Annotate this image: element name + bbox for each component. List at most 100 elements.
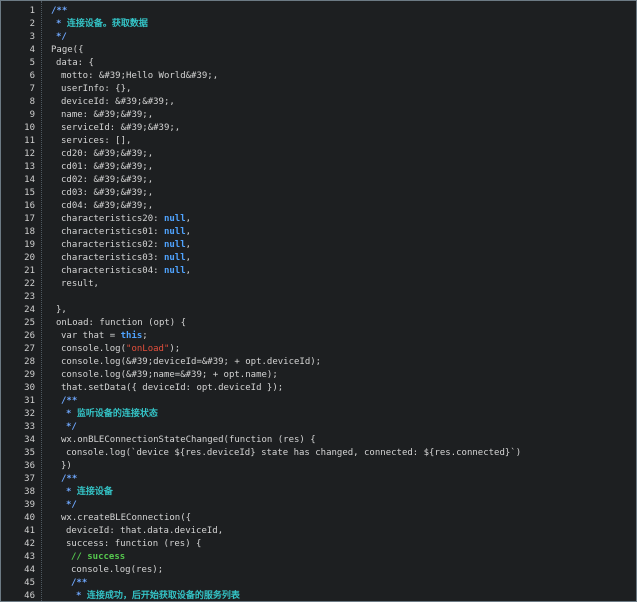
code-text: userInfo: {},: [61, 83, 131, 96]
code-line[interactable]: 43 // success: [1, 551, 636, 564]
code-line[interactable]: 25 onLoad: function (opt) {: [1, 317, 636, 330]
code-line[interactable]: 17 characteristics20: null,: [1, 213, 636, 226]
code-token: characteristics02:: [61, 240, 164, 250]
code-editor[interactable]: 1 /** 2 * 连接设备。获取数据 3 */ 4 Page({5 data: {6 motto…: [0, 0, 637, 602]
code-line[interactable]: 39 */: [1, 499, 636, 512]
code-line[interactable]: 42 success: function (res) {: [1, 538, 636, 551]
line-number: 30: [24, 383, 35, 393]
code-token: cd04: &#39;&#39;,: [61, 201, 154, 211]
code-token: cd20: &#39;&#39;,: [61, 149, 154, 159]
code-line[interactable]: 2 * 连接设备。获取数据: [1, 18, 636, 31]
code-text: console.log("onLoad");: [61, 343, 180, 356]
line-number: 14: [24, 175, 35, 185]
code-token: services: [],: [61, 136, 132, 146]
code-line[interactable]: 24},: [1, 304, 636, 317]
line-number: 27: [24, 344, 35, 354]
code-line[interactable]: 23: [1, 291, 636, 304]
line-number: 13: [24, 162, 35, 172]
line-number: 38: [24, 487, 35, 497]
code-line[interactable]: 27 console.log("onLoad");: [1, 343, 636, 356]
code-line[interactable]: 20 characteristics03: null,: [1, 252, 636, 265]
code-text: characteristics01: null,: [61, 226, 191, 239]
code-line[interactable]: 37 /**: [1, 473, 636, 486]
line-number: 40: [24, 513, 35, 523]
code-line[interactable]: 3 */: [1, 31, 636, 44]
code-line[interactable]: 10 serviceId: &#39;&#39;,: [1, 122, 636, 135]
line-number: 21: [24, 266, 35, 276]
code-text: * 监听设备的连接状态: [66, 408, 158, 421]
line-number: 39: [24, 500, 35, 510]
line-number: 16: [24, 201, 35, 211]
code-line[interactable]: 44 console.log(res);: [1, 564, 636, 577]
code-line[interactable]: 11 services: [],: [1, 135, 636, 148]
code-token: console.log(&#39;deviceId=&#39; + opt.de…: [61, 357, 322, 367]
code-text: success: function (res) {: [66, 538, 201, 551]
code-token: /**: [71, 578, 88, 588]
code-line[interactable]: 45 /**: [1, 577, 636, 590]
code-line[interactable]: 22 result,: [1, 278, 636, 291]
code-line[interactable]: 36}): [1, 460, 636, 473]
code-line[interactable]: 38 * 连接设备: [1, 486, 636, 499]
code-line[interactable]: 21 characteristics04: null,: [1, 265, 636, 278]
line-number: 17: [24, 214, 35, 224]
line-number: 46: [24, 591, 35, 601]
line-number: 5: [29, 58, 35, 68]
code-token: wx.createBLEConnection({: [61, 513, 192, 523]
code-token: */: [56, 32, 67, 42]
code-line[interactable]: 18 characteristics01: null,: [1, 226, 636, 239]
code-line[interactable]: 46 * 连接成功，后开始获取设备的服务列表: [1, 590, 636, 601]
code-token: null: [163, 214, 186, 224]
code-token: /**: [61, 474, 78, 484]
code-token: console.log(`device ${res.deviceId} stat…: [66, 448, 522, 458]
code-line[interactable]: 30 that.setData({ deviceId: opt.deviceId …: [1, 382, 636, 395]
code-token: result,: [61, 279, 99, 289]
code-line[interactable]: 5 data: {: [1, 57, 636, 70]
line-number: 1: [29, 6, 35, 16]
code-token: null: [163, 253, 186, 263]
code-text: wx.onBLEConnectionStateChanged(function …: [61, 434, 316, 447]
code-line[interactable]: 9 name: &#39;&#39;,: [1, 109, 636, 122]
code-line[interactable]: 41 deviceId: that.data.deviceId,: [1, 525, 636, 538]
code-line[interactable]: 1 /**: [1, 5, 636, 18]
code-text: deviceId: &#39;&#39;,: [61, 96, 175, 109]
code-line[interactable]: 29 console.log(&#39;name=&#39; + opt.name…: [1, 369, 636, 382]
code-token: null: [163, 227, 186, 237]
code-line[interactable]: 12 cd20: &#39;&#39;,: [1, 148, 636, 161]
code-line[interactable]: 6 motto: &#39;Hello World&#39;,: [1, 70, 636, 83]
code-token: name: &#39;&#39;,: [61, 110, 154, 120]
code-line[interactable]: 7 userInfo: {},: [1, 83, 636, 96]
code-token: data: {: [56, 58, 94, 68]
code-text: services: [],: [61, 135, 131, 148]
code-line[interactable]: 34 wx.onBLEConnectionStateChanged(functio…: [1, 434, 636, 447]
code-line[interactable]: 26 var that = this;: [1, 330, 636, 343]
code-line[interactable]: 14 cd02: &#39;&#39;,: [1, 174, 636, 187]
line-number: 28: [24, 357, 35, 367]
code-line[interactable]: 33 */: [1, 421, 636, 434]
line-number: 33: [24, 422, 35, 432]
code-line[interactable]: 13 cd01: &#39;&#39;,: [1, 161, 636, 174]
code-line[interactable]: 32 * 监听设备的连接状态: [1, 408, 636, 421]
code-token: this: [120, 331, 143, 341]
code-line[interactable]: 35 console.log(`device ${res.deviceId} st…: [1, 447, 636, 460]
code-token: userInfo: {},: [61, 84, 132, 94]
line-number: 32: [24, 409, 35, 419]
code-line[interactable]: 16 cd04: &#39;&#39;,: [1, 200, 636, 213]
code-token: ,: [185, 227, 192, 237]
line-number: 8: [29, 97, 35, 107]
code-token: /**: [61, 396, 78, 406]
line-number: 25: [24, 318, 35, 328]
code-text: characteristics04: null,: [61, 265, 191, 278]
code-line[interactable]: 4 Page({: [1, 44, 636, 57]
code-text: */: [56, 31, 67, 44]
code-line[interactable]: 28 console.log(&#39;deviceId=&#39; + opt.…: [1, 356, 636, 369]
code-line[interactable]: 19 characteristics02: null,: [1, 239, 636, 252]
code-token: Page({: [51, 45, 84, 55]
line-number: 4: [29, 45, 35, 55]
code-line[interactable]: 40 wx.createBLEConnection({: [1, 512, 636, 525]
code-text: console.log(&#39;name=&#39; + opt.name);: [61, 369, 278, 382]
code-token: that.setData({ deviceId: opt.deviceId })…: [61, 383, 284, 393]
code-line[interactable]: 31 /**: [1, 395, 636, 408]
code-line[interactable]: 8 deviceId: &#39;&#39;,: [1, 96, 636, 109]
line-number: 22: [24, 279, 35, 289]
code-line[interactable]: 15 cd03: &#39;&#39;,: [1, 187, 636, 200]
